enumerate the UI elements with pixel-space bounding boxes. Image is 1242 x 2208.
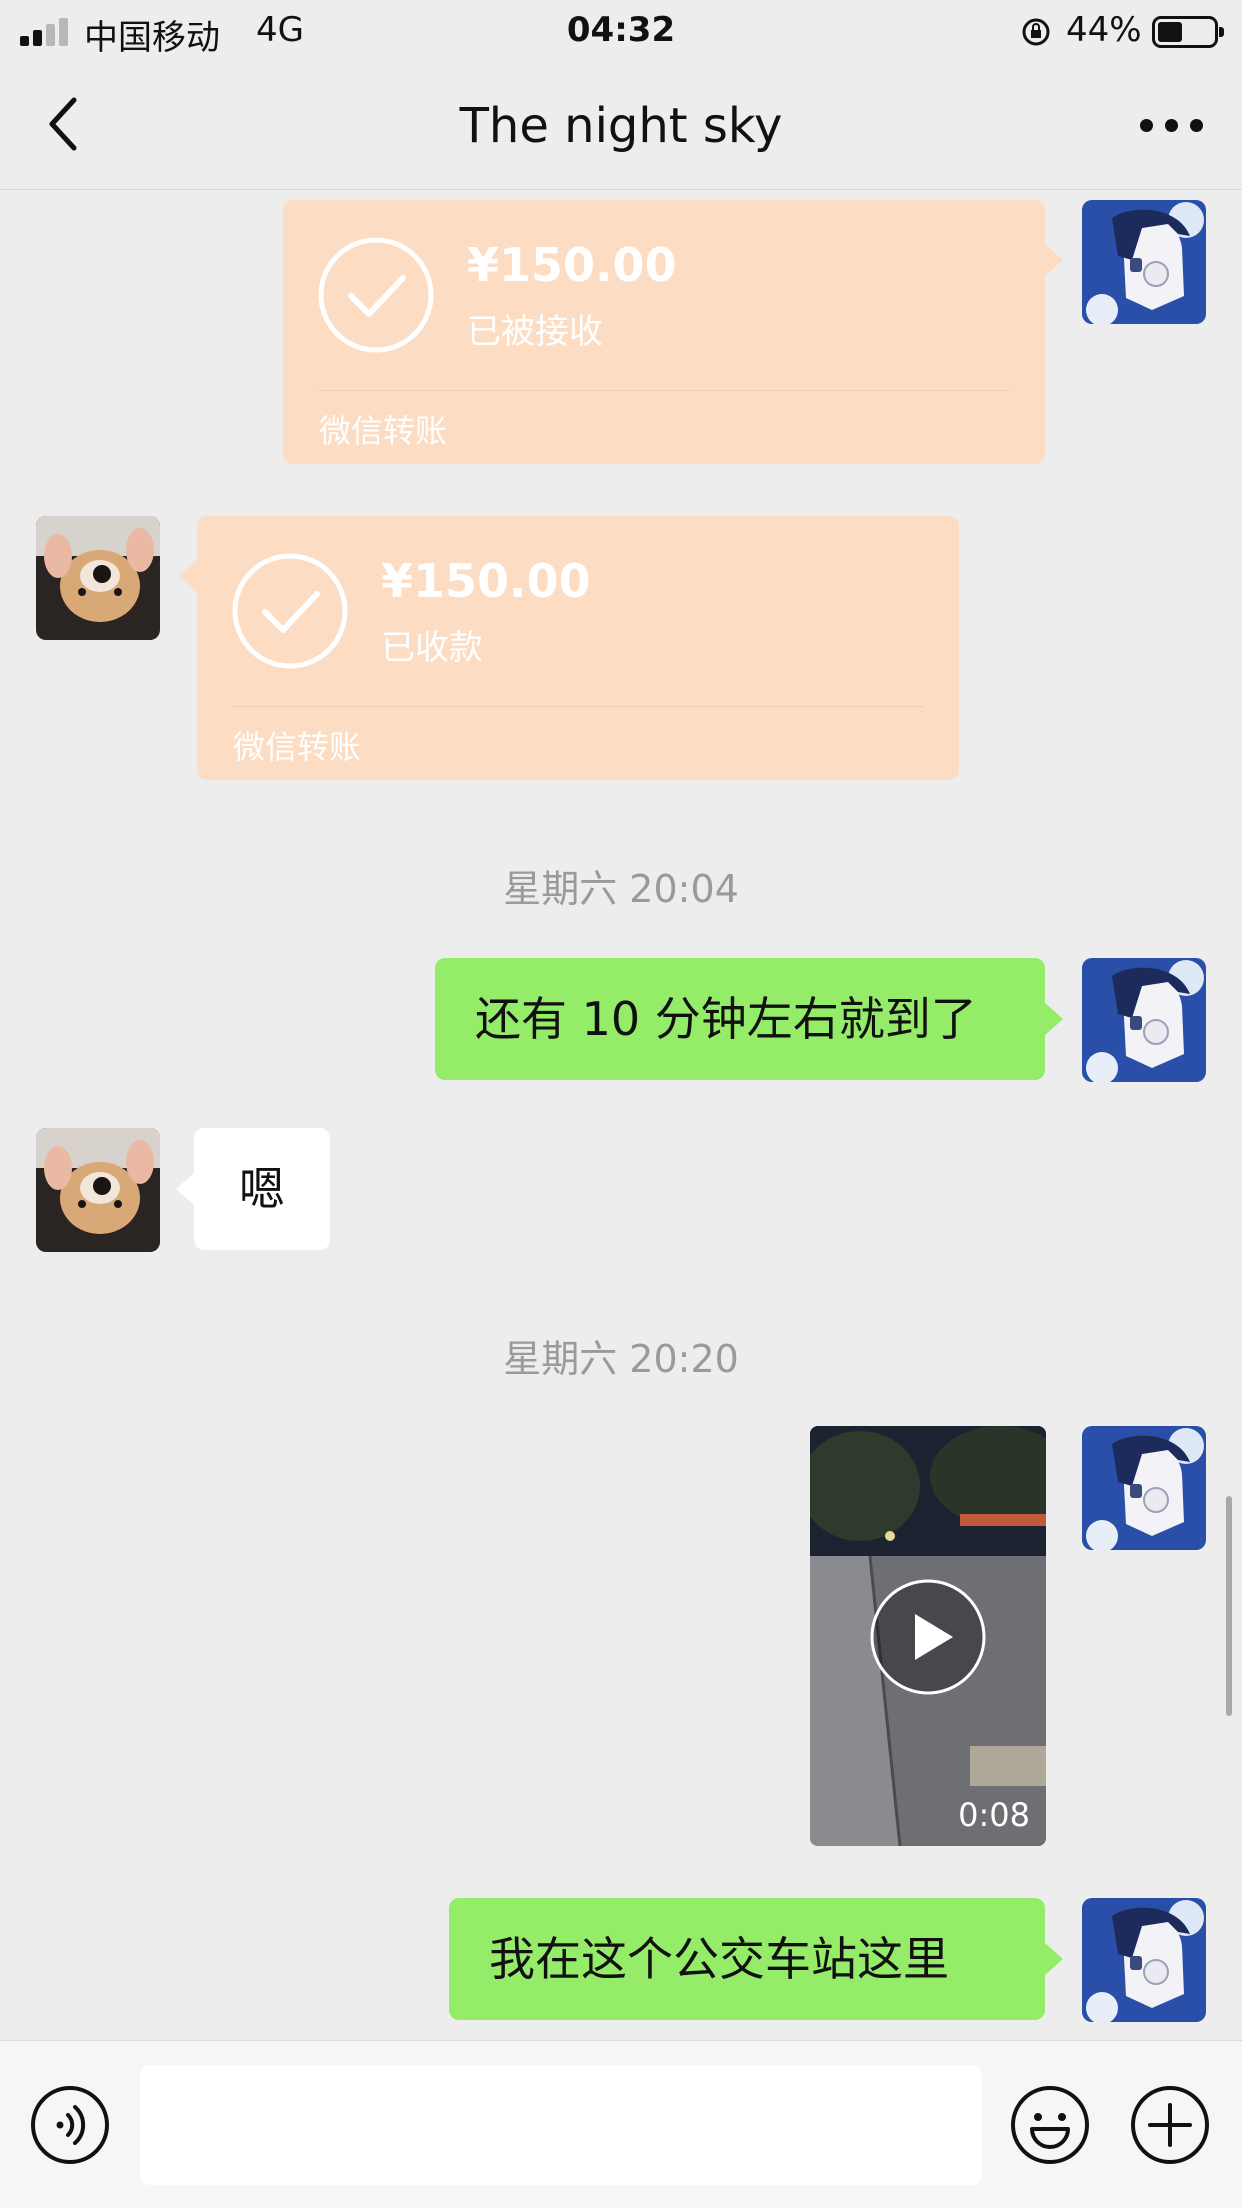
transfer-amount: ¥150.00 xyxy=(381,554,591,608)
emoji-button[interactable] xyxy=(1010,2085,1090,2165)
voice-icon xyxy=(31,2086,109,2164)
divider xyxy=(233,706,923,707)
friend-avatar[interactable] xyxy=(36,1128,160,1252)
message-text: 嗯 xyxy=(239,1162,285,1216)
battery-icon xyxy=(1152,16,1224,48)
my-avatar[interactable] xyxy=(1082,958,1206,1082)
transfer-card-received[interactable]: ¥150.00 已收款 微信转账 xyxy=(179,516,959,780)
voice-button[interactable] xyxy=(30,2085,110,2165)
rotation-lock-icon xyxy=(1022,18,1050,46)
transfer-amount: ¥150.00 xyxy=(467,238,677,292)
transfer-footer: 微信转账 xyxy=(233,728,362,766)
video-duration: 0:08 xyxy=(958,1796,1030,1834)
chat-title: The night sky xyxy=(459,98,783,154)
my-avatar[interactable] xyxy=(1082,1898,1206,2022)
my-avatar[interactable] xyxy=(1082,1426,1206,1550)
message-text: 我在这个公交车站这里 xyxy=(489,1932,949,1986)
emoji-icon xyxy=(1011,2086,1089,2164)
my-avatar[interactable] xyxy=(1082,200,1206,324)
message-bubble-sent[interactable]: 还有 10 分钟左右就到了 xyxy=(435,958,1063,1080)
check-circle-icon xyxy=(318,237,434,353)
divider xyxy=(319,390,1009,391)
message-input[interactable] xyxy=(140,2065,982,2185)
chat-header: The night sky xyxy=(0,62,1242,190)
scrollbar[interactable] xyxy=(1226,1496,1232,1716)
transfer-status: 已收款 xyxy=(381,628,483,668)
status-bar: 中国移动 4G 04:32 44% xyxy=(0,0,1242,62)
more-functions-button[interactable] xyxy=(1130,2085,1210,2165)
message-timestamp: 星期六 20:04 xyxy=(503,867,739,911)
message-bubble-sent[interactable]: 我在这个公交车站这里 xyxy=(449,1898,1063,2020)
video-message[interactable]: 0:08 xyxy=(810,1426,1046,1846)
check-circle-icon xyxy=(232,553,348,669)
status-time: 04:32 xyxy=(566,10,676,50)
more-button[interactable] xyxy=(1132,102,1212,146)
play-icon xyxy=(870,1579,986,1695)
input-bar xyxy=(0,2040,1242,2208)
message-text: 还有 10 分钟左右就到了 xyxy=(475,992,977,1046)
friend-avatar[interactable] xyxy=(36,516,160,640)
battery-percent: 44% xyxy=(1066,10,1142,50)
message-timestamp: 星期六 20:20 xyxy=(503,1337,739,1381)
message-bubble-received[interactable]: 嗯 xyxy=(176,1128,330,1250)
transfer-status: 已被接收 xyxy=(467,312,603,352)
plus-icon xyxy=(1131,2086,1209,2164)
transfer-card-sent[interactable]: ¥150.00 已被接收 微信转账 xyxy=(283,200,1063,464)
transfer-footer: 微信转账 xyxy=(319,412,448,450)
